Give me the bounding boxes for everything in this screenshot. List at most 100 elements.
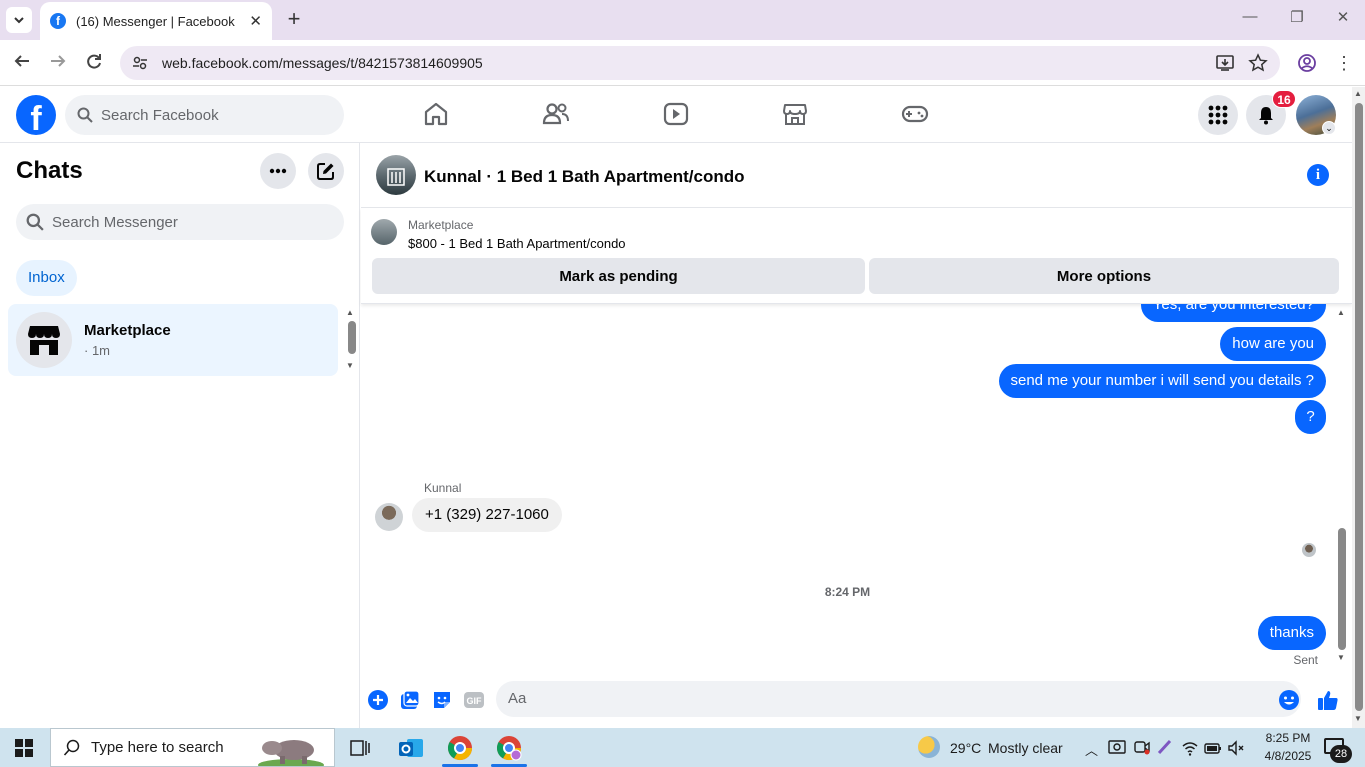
- chevron-down-icon: [14, 17, 24, 24]
- listing-thumbnail[interactable]: [371, 219, 397, 245]
- info-icon[interactable]: i: [1307, 164, 1329, 186]
- clock-date[interactable]: 4/8/2025: [1258, 749, 1318, 763]
- tab-search-button[interactable]: [6, 7, 32, 33]
- restore-button[interactable]: ❐: [1285, 8, 1309, 26]
- gif-icon[interactable]: GIF: [463, 689, 485, 711]
- close-window-button[interactable]: ✕: [1331, 8, 1355, 26]
- chat-list-item[interactable]: Marketplace · 1m: [8, 304, 338, 376]
- site-settings-icon[interactable]: [132, 55, 148, 71]
- page-scroll-up[interactable]: ▲: [1354, 89, 1362, 98]
- outlook-icon[interactable]: [397, 734, 425, 762]
- home-icon[interactable]: [421, 99, 451, 129]
- task-view-icon[interactable]: [346, 734, 374, 762]
- pen-tray-icon[interactable]: [1156, 738, 1174, 756]
- photo-icon[interactable]: [399, 689, 421, 711]
- camera-tray-icon[interactable]: [1133, 738, 1151, 756]
- chats-sidebar: Chats Search Messenger Inbox Marketplace…: [0, 143, 360, 728]
- windows-taskbar: Type here to search 29°C Mostly clear ︿ …: [0, 728, 1365, 767]
- account-chevron-icon[interactable]: ⌄: [1322, 121, 1336, 135]
- message-input[interactable]: Aa: [496, 681, 1301, 717]
- marketplace-label: Marketplace: [408, 218, 474, 232]
- sender-avatar[interactable]: [375, 503, 403, 531]
- new-message-button[interactable]: [308, 153, 344, 189]
- back-button[interactable]: [11, 52, 33, 74]
- chats-scrollbar[interactable]: [348, 321, 356, 354]
- chat-item-name: Marketplace: [84, 322, 171, 339]
- store-icon: [28, 326, 60, 355]
- arrow-left-icon: [14, 55, 29, 67]
- facebook-search-placeholder: Search Facebook: [101, 106, 219, 124]
- message-outgoing[interactable]: Yes, are you interested?: [1140, 304, 1326, 322]
- arrow-right-icon: [51, 55, 66, 67]
- messages-scroll-up[interactable]: ▲: [1337, 308, 1345, 317]
- plus-circle-icon[interactable]: [367, 689, 389, 711]
- chats-scroll-up[interactable]: ▲: [346, 308, 354, 317]
- volume-muted-icon[interactable]: [1227, 739, 1245, 757]
- forward-button[interactable]: [47, 52, 69, 74]
- friends-icon[interactable]: [541, 99, 571, 129]
- minimize-button[interactable]: —: [1238, 8, 1262, 25]
- address-bar[interactable]: web.facebook.com/messages/t/842157381460…: [120, 46, 1280, 80]
- browser-toolbar: web.facebook.com/messages/t/842157381460…: [0, 40, 1365, 86]
- messenger-search-placeholder: Search Messenger: [52, 213, 178, 231]
- chats-scroll-down[interactable]: ▼: [346, 361, 354, 370]
- chats-options-button[interactable]: [260, 153, 296, 189]
- page-scrollbar-thumb[interactable]: [1355, 103, 1363, 711]
- facebook-search-input[interactable]: Search Facebook: [65, 95, 344, 135]
- conversation-pane: Kunnal · 1 Bed 1 Bath Apartment/condo i …: [361, 143, 1352, 728]
- emoji-icon[interactable]: [1278, 689, 1300, 711]
- timestamp-separator: 8:24 PM: [824, 585, 871, 599]
- windows-start-button[interactable]: [15, 739, 33, 757]
- conversation-title[interactable]: Kunnal · 1 Bed 1 Bath Apartment/condo: [424, 167, 745, 187]
- install-app-icon[interactable]: [1215, 53, 1235, 73]
- marketplace-icon[interactable]: [780, 99, 810, 129]
- messenger-search-input[interactable]: Search Messenger: [16, 204, 344, 240]
- chrome-icon[interactable]: [446, 734, 474, 762]
- tab-close-icon[interactable]: ✕: [249, 12, 262, 30]
- battery-icon[interactable]: [1204, 739, 1222, 757]
- listing-title[interactable]: $800 - 1 Bed 1 Bath Apartment/condo: [408, 236, 626, 251]
- facebook-logo[interactable]: f: [16, 95, 56, 135]
- more-horizontal-icon: [269, 168, 287, 174]
- menu-button[interactable]: [1198, 95, 1238, 135]
- message-outgoing[interactable]: how are you: [1220, 327, 1326, 361]
- profile-icon[interactable]: [1297, 53, 1317, 73]
- mark-as-pending-button[interactable]: Mark as pending: [372, 258, 865, 294]
- page-scrollbar[interactable]: ▲ ▼: [1352, 87, 1365, 728]
- new-tab-button[interactable]: +: [282, 8, 306, 32]
- message-incoming[interactable]: +1 (329) 227-1060: [412, 498, 562, 532]
- seen-by-avatar: [1302, 543, 1316, 557]
- weather-condition[interactable]: Mostly clear: [988, 740, 1063, 756]
- message-outgoing[interactable]: ?: [1295, 400, 1326, 434]
- message-outgoing[interactable]: send me your number i will send you deta…: [998, 364, 1326, 398]
- chrome-profile-icon[interactable]: [495, 734, 523, 762]
- watch-icon[interactable]: [661, 99, 691, 129]
- reload-icon: [87, 54, 101, 69]
- building-icon: [387, 168, 405, 186]
- search-icon: [26, 213, 44, 231]
- weather-moon-icon[interactable]: [918, 736, 940, 758]
- messages-scroll-down[interactable]: ▼: [1337, 653, 1345, 662]
- inbox-filter-tab[interactable]: Inbox: [16, 260, 77, 296]
- clock-time[interactable]: 8:25 PM: [1258, 731, 1318, 745]
- tray-app-icon[interactable]: [1108, 738, 1126, 756]
- marketplace-chat-avatar: [16, 312, 72, 368]
- page-scroll-down[interactable]: ▼: [1354, 714, 1362, 723]
- thumbs-up-icon[interactable]: [1317, 689, 1339, 711]
- taskbar-search-placeholder: Type here to search: [91, 739, 224, 756]
- conversation-avatar[interactable]: [376, 155, 416, 195]
- tray-overflow-chevron-icon[interactable]: ︿: [1085, 740, 1098, 759]
- sticker-icon[interactable]: [431, 689, 453, 711]
- weather-temperature[interactable]: 29°C: [950, 740, 981, 756]
- bookmark-star-icon[interactable]: [1248, 53, 1268, 73]
- browser-menu-button[interactable]: ⋮: [1333, 52, 1355, 74]
- messages-scrollbar[interactable]: [1338, 528, 1346, 650]
- message-outgoing[interactable]: thanks: [1257, 616, 1326, 650]
- more-options-button[interactable]: More options: [869, 258, 1339, 294]
- reload-button[interactable]: [83, 52, 105, 74]
- gaming-icon[interactable]: [900, 99, 930, 129]
- browser-tab-active[interactable]: f (16) Messenger | Facebook ✕: [40, 2, 272, 40]
- browser-tab-bar: f (16) Messenger | Facebook ✕ + — ❐ ✕: [0, 0, 1365, 40]
- wifi-icon[interactable]: [1181, 739, 1199, 757]
- search-icon: [63, 739, 80, 756]
